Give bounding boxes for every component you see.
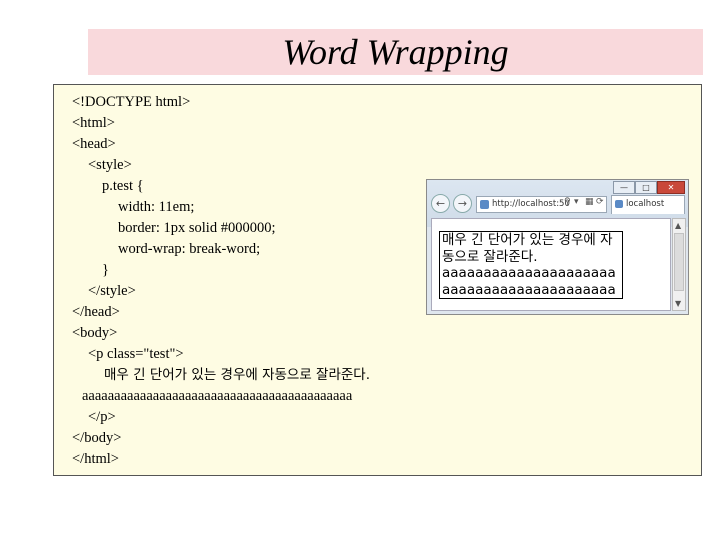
code-line: <html> [72, 115, 115, 131]
title-banner: Word Wrapping [88, 29, 703, 75]
tab-page-icon [615, 200, 623, 208]
code-line: <style> [88, 157, 132, 173]
dropdown-icon[interactable]: ▾ [574, 197, 579, 207]
scroll-down-icon[interactable]: ▼ [675, 299, 681, 308]
code-line: p.test { [102, 178, 144, 194]
browser-tab[interactable]: localhost [611, 195, 685, 214]
code-line: </style> [88, 283, 136, 299]
code-line: width: 11em; [118, 199, 195, 215]
window-controls: — □ ✕ [613, 181, 685, 194]
address-text: http://localhost:50 [492, 199, 570, 209]
code-line: } [102, 262, 109, 278]
slide-title: Word Wrapping [282, 32, 509, 72]
search-icon[interactable]: ⚲ [564, 197, 571, 207]
code-line: aaaaaaaaaaaaaaaaaaaaaaaaaaaaaaaaaaaaaaaa… [82, 388, 353, 404]
code-line: border: 1px solid #000000; [118, 220, 276, 236]
rendered-test-paragraph: 매우 긴 단어가 있는 경우에 자동으로 잘라준다. aaaaaaaaaaaaa… [439, 231, 623, 299]
tab-label: localhost [626, 199, 665, 209]
scroll-thumb[interactable] [674, 233, 684, 291]
code-line: </html> [72, 451, 119, 467]
code-line: </p> [88, 409, 116, 425]
code-line: </body> [72, 430, 122, 446]
close-icon[interactable]: ✕ [657, 181, 685, 194]
minimize-icon[interactable]: — [613, 181, 635, 194]
code-line: word-wrap: break-word; [118, 241, 261, 257]
vertical-scrollbar[interactable]: ▲ ▼ [672, 218, 686, 311]
maximize-icon[interactable]: □ [635, 181, 657, 194]
compat-icon[interactable]: ▦ [585, 197, 594, 207]
browser-window-screenshot: — □ ✕ ← → http://localhost:50 ⚲ ▾ ▦ ⟳ lo… [426, 179, 689, 315]
code-line: <head> [72, 136, 116, 152]
page-icon [480, 200, 489, 209]
browser-viewport: 매우 긴 단어가 있는 경우에 자동으로 잘라준다. aaaaaaaaaaaaa… [431, 218, 671, 311]
refresh-icon[interactable]: ⟳ [596, 197, 604, 207]
scroll-up-icon[interactable]: ▲ [675, 221, 681, 230]
code-line: </head> [72, 304, 120, 320]
code-line: <!DOCTYPE html> [72, 94, 191, 110]
code-line: <p class="test"> [88, 346, 184, 362]
code-line: <body> [72, 325, 118, 341]
back-arrow-icon[interactable]: ← [431, 194, 450, 213]
forward-arrow-icon[interactable]: → [453, 194, 472, 213]
code-line: 매우 긴 단어가 있는 경우에 자동으로 잘라준다. [104, 367, 371, 383]
